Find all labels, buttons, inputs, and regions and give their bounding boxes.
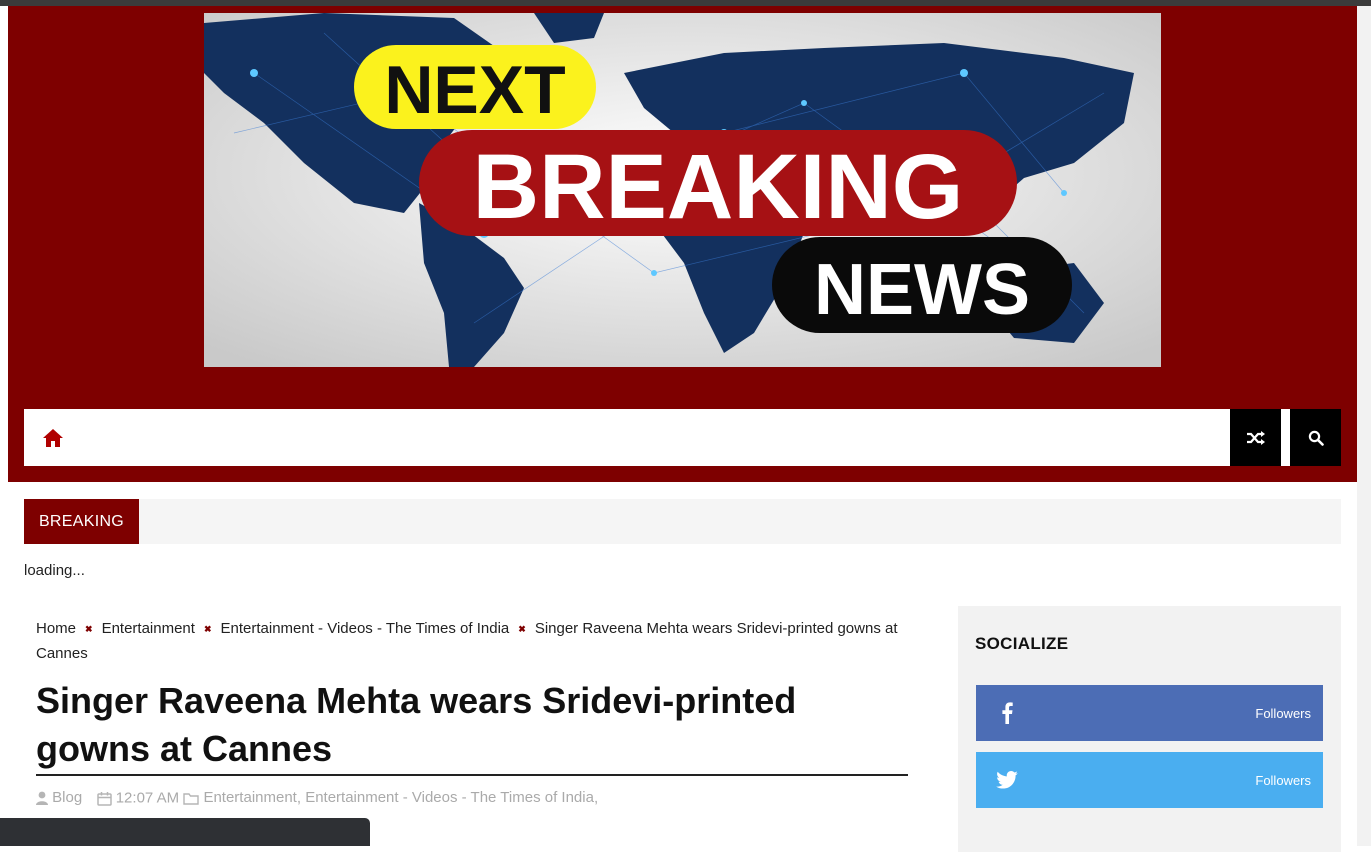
folder-icon xyxy=(183,792,199,805)
breadcrumb-separator-icon: ✖ xyxy=(518,624,526,634)
post-time: 12:07 AM xyxy=(115,789,180,807)
shuffle-icon xyxy=(1246,430,1265,445)
category-comma: , xyxy=(593,789,599,807)
banner-graphic: NEXT BREAKING NEWS xyxy=(204,13,1161,367)
post-title: Singer Raveena Mehta wears Sridevi-print… xyxy=(36,680,797,769)
random-post-button[interactable] xyxy=(1230,409,1281,466)
page: NEXT BREAKING NEWS BREAKING loading... H… xyxy=(8,6,1357,852)
category-comma: , xyxy=(296,789,306,807)
banner-breaking-text: BREAKING xyxy=(473,136,964,238)
breadcrumb-videos[interactable]: Entertainment - Videos - The Times of In… xyxy=(221,620,510,637)
ticker-loading-text: loading... xyxy=(24,562,85,579)
post-author[interactable]: Blog xyxy=(52,789,82,806)
scrollbar-track[interactable] xyxy=(1357,6,1371,846)
bottom-notification-bar[interactable] xyxy=(0,818,370,846)
twitter-icon xyxy=(994,767,1020,793)
header-banner-image[interactable]: NEXT BREAKING NEWS xyxy=(204,13,1161,367)
user-icon xyxy=(36,791,48,806)
banner-news-text: NEWS xyxy=(814,250,1030,330)
breaking-label: BREAKING xyxy=(24,499,139,544)
breadcrumb-entertainment[interactable]: Entertainment xyxy=(102,620,195,637)
sidebar-widget: SOCIALIZE Followers Followers xyxy=(958,606,1341,852)
twitter-followers-label: Followers xyxy=(1255,772,1311,788)
widget-title: SOCIALIZE xyxy=(975,634,1069,653)
post-category[interactable]: Entertainment - Videos - The Times of In… xyxy=(305,789,594,806)
search-icon xyxy=(1308,430,1324,446)
facebook-followers-button[interactable]: Followers xyxy=(976,685,1323,741)
main-navbar xyxy=(24,409,1341,466)
site-header: NEXT BREAKING NEWS xyxy=(8,6,1357,482)
post-meta: Blog 12:07 AM Entertainment, Entertainme… xyxy=(36,789,936,807)
calendar-icon xyxy=(96,791,112,806)
breadcrumb: Home ✖ Entertainment ✖ Entertainment - Video… xyxy=(36,617,916,665)
facebook-followers-label: Followers xyxy=(1255,705,1311,721)
title-divider xyxy=(36,774,908,776)
facebook-icon xyxy=(994,700,1020,726)
breaking-ticker: BREAKING xyxy=(24,499,1341,544)
home-icon xyxy=(43,429,63,447)
twitter-followers-button[interactable]: Followers xyxy=(976,752,1323,808)
home-button[interactable] xyxy=(36,424,70,452)
post-category[interactable]: Entertainment xyxy=(203,789,296,806)
breadcrumb-separator-icon: ✖ xyxy=(85,624,93,634)
breadcrumb-home[interactable]: Home xyxy=(36,620,76,637)
breadcrumb-separator-icon: ✖ xyxy=(203,624,212,634)
search-button[interactable] xyxy=(1290,409,1341,466)
banner-next-text: NEXT xyxy=(384,52,565,128)
